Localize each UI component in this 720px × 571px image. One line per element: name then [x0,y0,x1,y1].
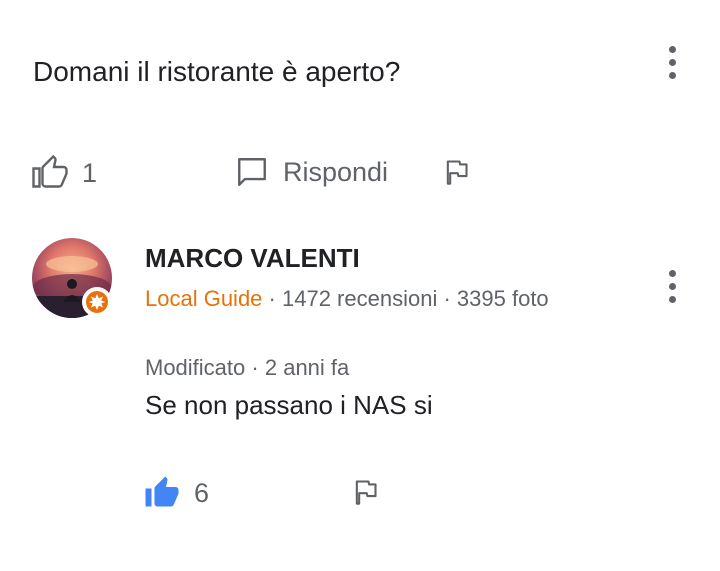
reviews-count: 1472 recensioni [282,286,438,311]
thumb-up-filled-icon [145,476,179,507]
question-like-count: 1 [82,157,98,188]
question-like-button[interactable]: 1 [32,155,97,191]
author-name[interactable]: MARCO VALENTI [145,243,360,274]
local-guide-label: Local Guide [145,286,263,311]
author-meta: Local Guide · 1472 recensioni · 3395 fot… [145,286,549,311]
photos-count: 3395 foto [456,286,549,311]
local-guide-star-icon [86,291,108,313]
answer-like-button[interactable]: 6 [144,475,209,511]
reply-label: Rispondi [283,156,389,187]
local-guide-badge [82,287,112,317]
answer-flag-button[interactable] [351,477,379,507]
question-more-icon[interactable] [660,42,684,82]
flag-icon [355,480,377,505]
answer-like-count: 6 [194,477,210,508]
answer-text: Se non passano i NAS si [145,390,433,420]
edited-timestamp: Modificato · 2 anni fa [145,355,350,380]
answer-time: 2 anni fa [264,355,350,380]
thumb-up-outline-icon [32,155,68,188]
edited-label: Modificato [145,355,246,380]
chat-bubble-icon [238,158,266,186]
reply-button[interactable]: Rispondi [235,155,388,189]
answer-more-icon[interactable] [660,266,684,306]
question-flag-button[interactable] [442,157,470,187]
question-text: Domani il ristorante è aperto? [33,56,401,87]
flag-icon [446,160,468,185]
